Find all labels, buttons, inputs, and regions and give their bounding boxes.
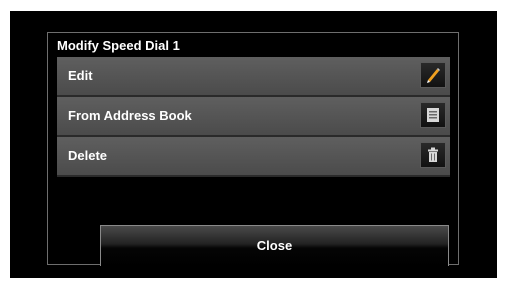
menu-item-label: Delete (68, 148, 108, 163)
menu-item-delete[interactable]: Delete (57, 137, 450, 177)
menu-item-label: From Address Book (68, 108, 192, 123)
address-book-icon[interactable] (420, 102, 446, 128)
close-button[interactable]: Close (100, 225, 449, 266)
menu-item-label: Edit (68, 68, 93, 83)
modify-speed-dial-dialog: Modify Speed Dial 1 Edit From Address Bo… (47, 32, 459, 266)
trash-icon[interactable] (420, 142, 446, 168)
close-button-label: Close (256, 238, 293, 253)
menu-item-from-address-book[interactable]: From Address Book (57, 97, 450, 137)
dialog-title: Modify Speed Dial 1 (57, 38, 180, 53)
menu-list: Edit From Address Book Delete (57, 57, 450, 177)
device-screen: Modify Speed Dial 1 Edit From Address Bo… (10, 11, 497, 278)
pencil-icon[interactable] (420, 62, 446, 88)
menu-item-edit[interactable]: Edit (57, 57, 450, 97)
